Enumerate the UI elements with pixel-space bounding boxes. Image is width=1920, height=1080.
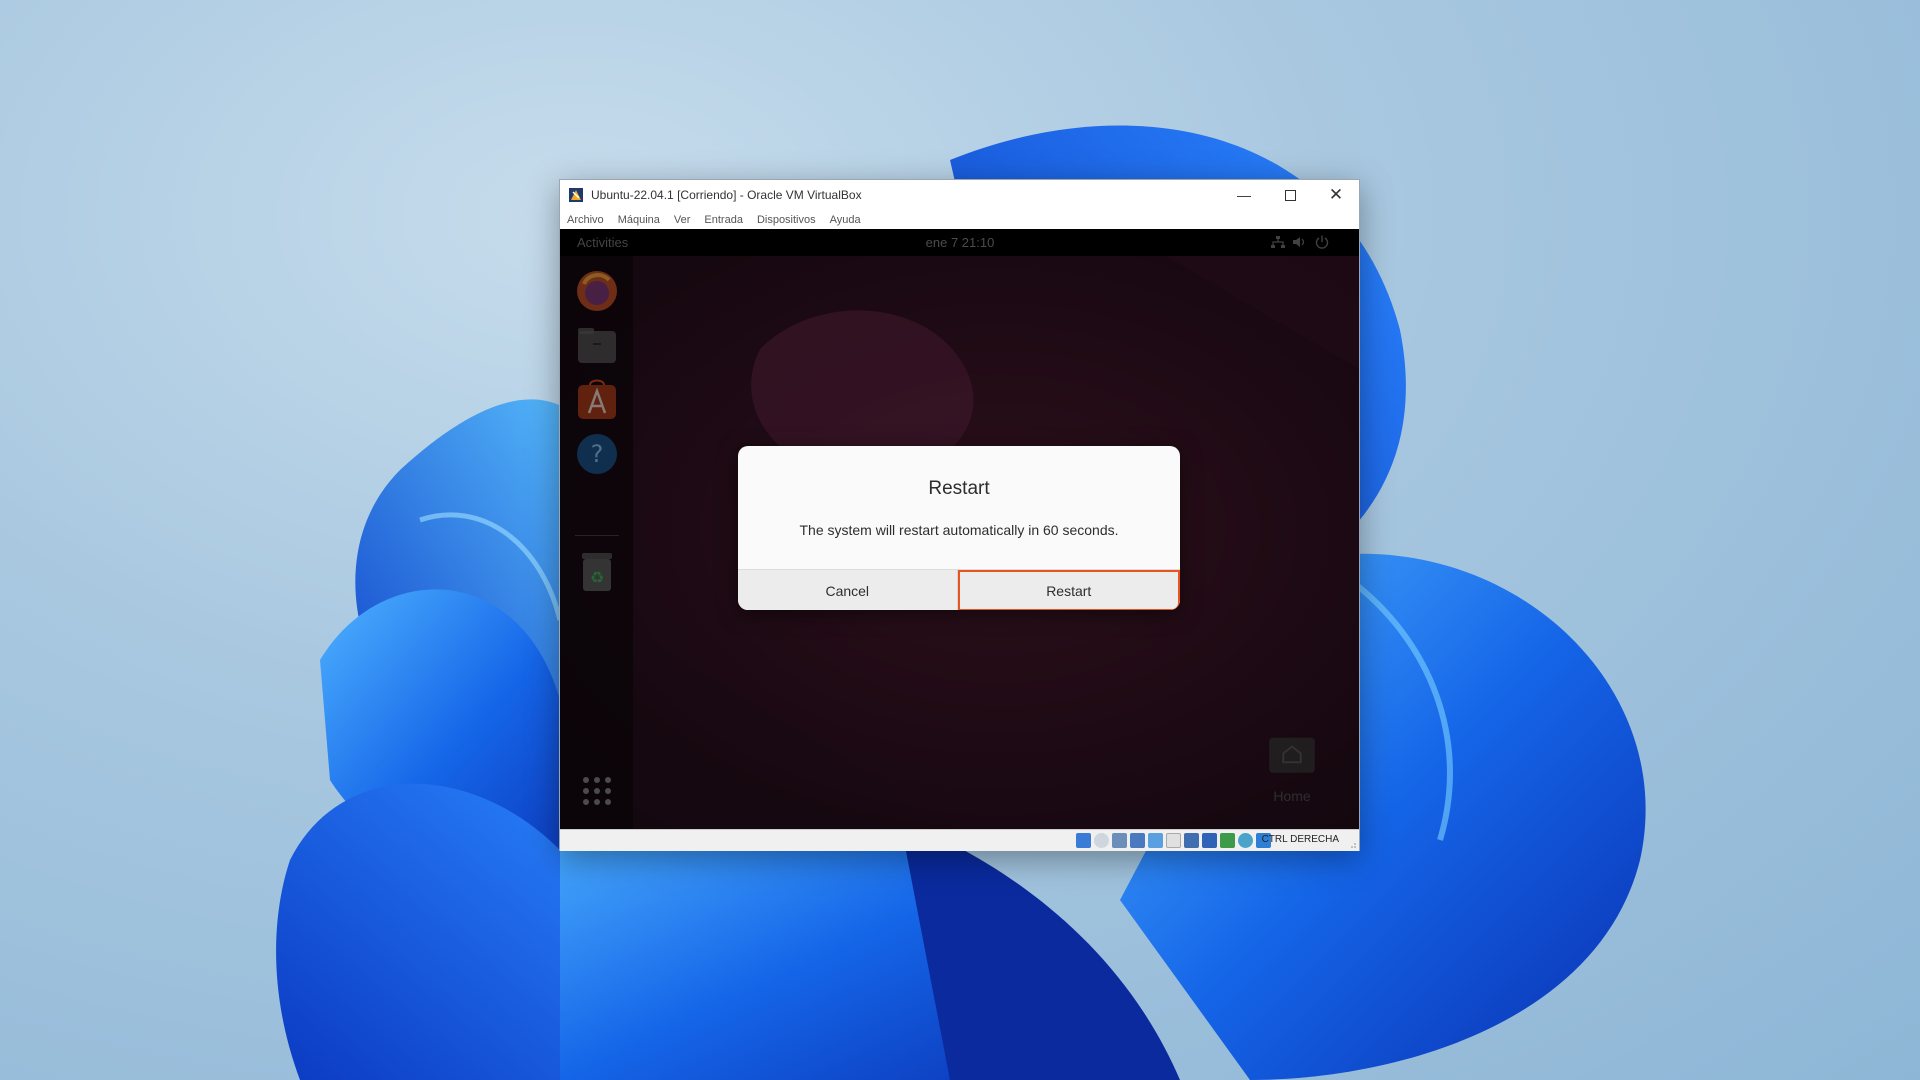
activities-button[interactable]: Activities <box>577 235 628 250</box>
menu-entrada[interactable]: Entrada <box>697 214 750 226</box>
menu-ver[interactable]: Ver <box>667 214 698 226</box>
restart-button[interactable]: Restart <box>957 570 1180 610</box>
minimize-icon: — <box>1237 187 1251 203</box>
device-indicators <box>1076 833 1271 848</box>
volume-icon[interactable] <box>1291 234 1307 250</box>
home-folder-label: Home <box>1273 788 1311 804</box>
maximize-icon <box>1284 189 1296 201</box>
mouse-integration-icon[interactable] <box>1238 833 1253 848</box>
gnome-top-bar: Activities ene 7 21:10 <box>560 229 1359 256</box>
vm-display[interactable]: Activities ene 7 21:10 ? ♻ Home Restart … <box>560 229 1359 829</box>
close-icon: ✕ <box>1328 185 1344 204</box>
clock[interactable]: ene 7 21:10 <box>926 235 995 250</box>
dialog-title: Restart <box>928 478 990 499</box>
video-capture-icon[interactable] <box>1202 833 1217 848</box>
host-key-label: CTRL DERECHA <box>1261 834 1339 845</box>
svg-text:♻: ♻ <box>590 568 604 587</box>
usb-icon[interactable] <box>1148 833 1163 848</box>
app-center-icon[interactable] <box>574 377 620 423</box>
network-adapter-icon[interactable] <box>1130 833 1145 848</box>
files-icon[interactable] <box>574 323 620 369</box>
restart-dialog: Restart The system will restart automati… <box>738 446 1180 610</box>
dialog-buttons: Cancel Restart <box>738 569 1180 610</box>
dock-separator <box>575 535 619 536</box>
network-icon[interactable] <box>1270 234 1286 250</box>
window-title: Ubuntu-22.04.1 [Corriendo] - Oracle VM V… <box>591 188 862 202</box>
resize-grip-icon[interactable] <box>1348 840 1356 848</box>
close-button[interactable]: ✕ <box>1313 180 1359 210</box>
trash-icon[interactable]: ♻ <box>574 549 620 595</box>
cancel-button[interactable]: Cancel <box>738 570 958 610</box>
maximize-button[interactable] <box>1267 180 1313 210</box>
menu-archivo[interactable]: Archivo <box>560 214 611 226</box>
show-apps-icon[interactable] <box>574 768 620 814</box>
menu-ayuda[interactable]: Ayuda <box>823 214 868 226</box>
menu-maquina[interactable]: Máquina <box>611 214 667 226</box>
audio-icon[interactable] <box>1112 833 1127 848</box>
power-icon[interactable] <box>1314 234 1330 250</box>
optical-drive-icon[interactable] <box>1094 833 1109 848</box>
title-bar[interactable]: Ubuntu-22.04.1 [Corriendo] - Oracle VM V… <box>560 180 1359 210</box>
minimize-button[interactable]: — <box>1221 180 1267 210</box>
cpu-icon[interactable] <box>1220 833 1235 848</box>
home-folder-icon[interactable] <box>1260 729 1324 785</box>
virtualbox-window: Ubuntu-22.04.1 [Corriendo] - Oracle VM V… <box>559 179 1360 851</box>
ubuntu-dock: ? ♻ <box>560 256 633 829</box>
svg-text:?: ? <box>591 440 604 468</box>
firefox-icon[interactable] <box>574 268 620 314</box>
dialog-message: The system will restart automatically in… <box>799 522 1119 538</box>
display-icon[interactable] <box>1184 833 1199 848</box>
status-bar: CTRL DERECHA <box>560 829 1359 851</box>
shared-folders-icon[interactable] <box>1166 833 1181 848</box>
help-icon[interactable]: ? <box>574 431 620 477</box>
hard-disk-icon[interactable] <box>1076 833 1091 848</box>
menu-bar: Archivo Máquina Ver Entrada Dispositivos… <box>560 210 1359 229</box>
menu-dispositivos[interactable]: Dispositivos <box>750 214 823 226</box>
virtualbox-logo-icon <box>569 188 583 202</box>
